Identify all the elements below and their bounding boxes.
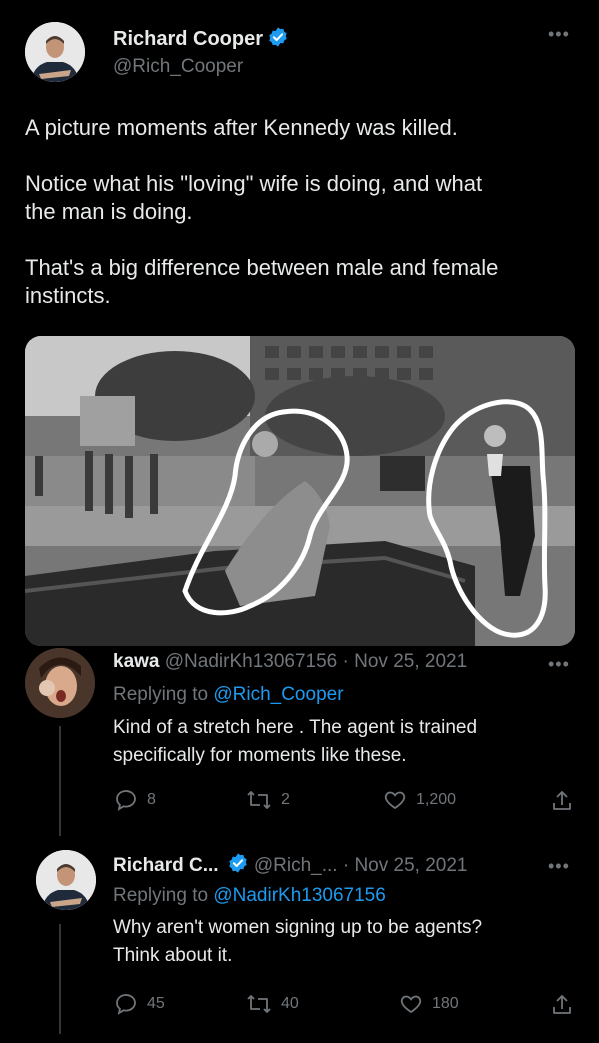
- reply-text-line: specifically for moments like these.: [113, 745, 407, 766]
- share-button[interactable]: [550, 992, 574, 1018]
- reply-text-line: Think about it.: [113, 945, 233, 966]
- tweet-text-line: That's a big difference between male and…: [25, 255, 499, 280]
- retweet-button[interactable]: 40: [245, 992, 299, 1016]
- reply-author-handle[interactable]: @Rich_...: [254, 855, 338, 876]
- replying-to: Replying to @NadirKh13067156: [113, 882, 386, 910]
- reply-text-line: Kind of a stretch here . The agent is tr…: [113, 717, 478, 738]
- tweet-photo[interactable]: [25, 336, 575, 646]
- tweet-text-line: A picture moments after Kennedy was kill…: [25, 115, 458, 140]
- more-options-icon[interactable]: •••: [548, 856, 570, 877]
- like-button[interactable]: 1,200: [382, 788, 456, 812]
- retweet-icon: [247, 995, 271, 1013]
- more-options-icon[interactable]: •••: [548, 24, 570, 45]
- share-icon: [553, 791, 571, 810]
- tweet-text-line: Notice what his "loving" wife is doing, …: [25, 171, 483, 196]
- reply-button[interactable]: 45: [113, 992, 165, 1016]
- tweet-text: A picture moments after Kennedy was kill…: [25, 114, 580, 310]
- reply-text: Kind of a stretch here . The agent is tr…: [113, 714, 477, 770]
- author-name[interactable]: Richard Cooper: [113, 26, 289, 54]
- reply-text: Why aren't women signing up to be agents…: [113, 914, 482, 970]
- thread-line: [59, 726, 61, 836]
- reply-author-name[interactable]: Richard C...: [113, 855, 219, 876]
- replying-to-label: Replying to: [113, 885, 209, 906]
- like-count: 180: [432, 995, 459, 1012]
- tweet-text-line: instincts.: [25, 283, 111, 308]
- retweet-icon: [247, 791, 271, 809]
- comment-icon: [116, 994, 136, 1015]
- separator: ·: [342, 855, 350, 876]
- reply-author-name[interactable]: kawa: [113, 651, 159, 672]
- more-options-icon[interactable]: •••: [548, 654, 570, 675]
- verified-badge-icon: [267, 26, 289, 54]
- reply-count: 45: [147, 995, 165, 1012]
- author-name-text[interactable]: Richard Cooper: [113, 28, 263, 50]
- reply-text-line: Why aren't women signing up to be agents…: [113, 917, 483, 938]
- avatar[interactable]: [25, 22, 85, 82]
- like-count: 1,200: [416, 791, 457, 808]
- reply-date[interactable]: Nov 25, 2021: [354, 855, 467, 876]
- tweet-text-line: the man is doing.: [25, 199, 193, 224]
- reply-date[interactable]: Nov 25, 2021: [354, 651, 467, 672]
- reply-header: kawa @NadirKh13067156 · Nov 25, 2021: [113, 651, 467, 673]
- replying-to-link[interactable]: @NadirKh13067156: [213, 885, 385, 906]
- reply-author-handle[interactable]: @NadirKh13067156: [165, 651, 337, 672]
- verified-badge-icon: [227, 852, 249, 880]
- heart-icon: [384, 791, 406, 810]
- like-button[interactable]: 180: [398, 992, 459, 1016]
- heart-icon: [400, 995, 422, 1014]
- replying-to: Replying to @Rich_Cooper: [113, 681, 344, 709]
- reply-header: Richard C... @Rich_... · Nov 25, 2021: [113, 852, 467, 880]
- reply-avatar[interactable]: [25, 648, 95, 718]
- reply-count: 8: [147, 791, 156, 808]
- reply-avatar[interactable]: [36, 850, 96, 910]
- separator: ·: [342, 651, 349, 672]
- comment-icon: [116, 790, 136, 811]
- retweet-button[interactable]: 2: [245, 788, 290, 812]
- author-handle[interactable]: @Rich_Cooper: [113, 56, 243, 78]
- retweet-count: 2: [281, 791, 290, 808]
- retweet-count: 40: [281, 995, 299, 1012]
- replying-to-label: Replying to: [113, 684, 209, 705]
- reply-button[interactable]: 8: [113, 788, 156, 812]
- share-button[interactable]: [550, 788, 574, 814]
- thread-line: [59, 924, 61, 1034]
- share-icon: [553, 995, 571, 1014]
- replying-to-link[interactable]: @Rich_Cooper: [213, 684, 343, 705]
